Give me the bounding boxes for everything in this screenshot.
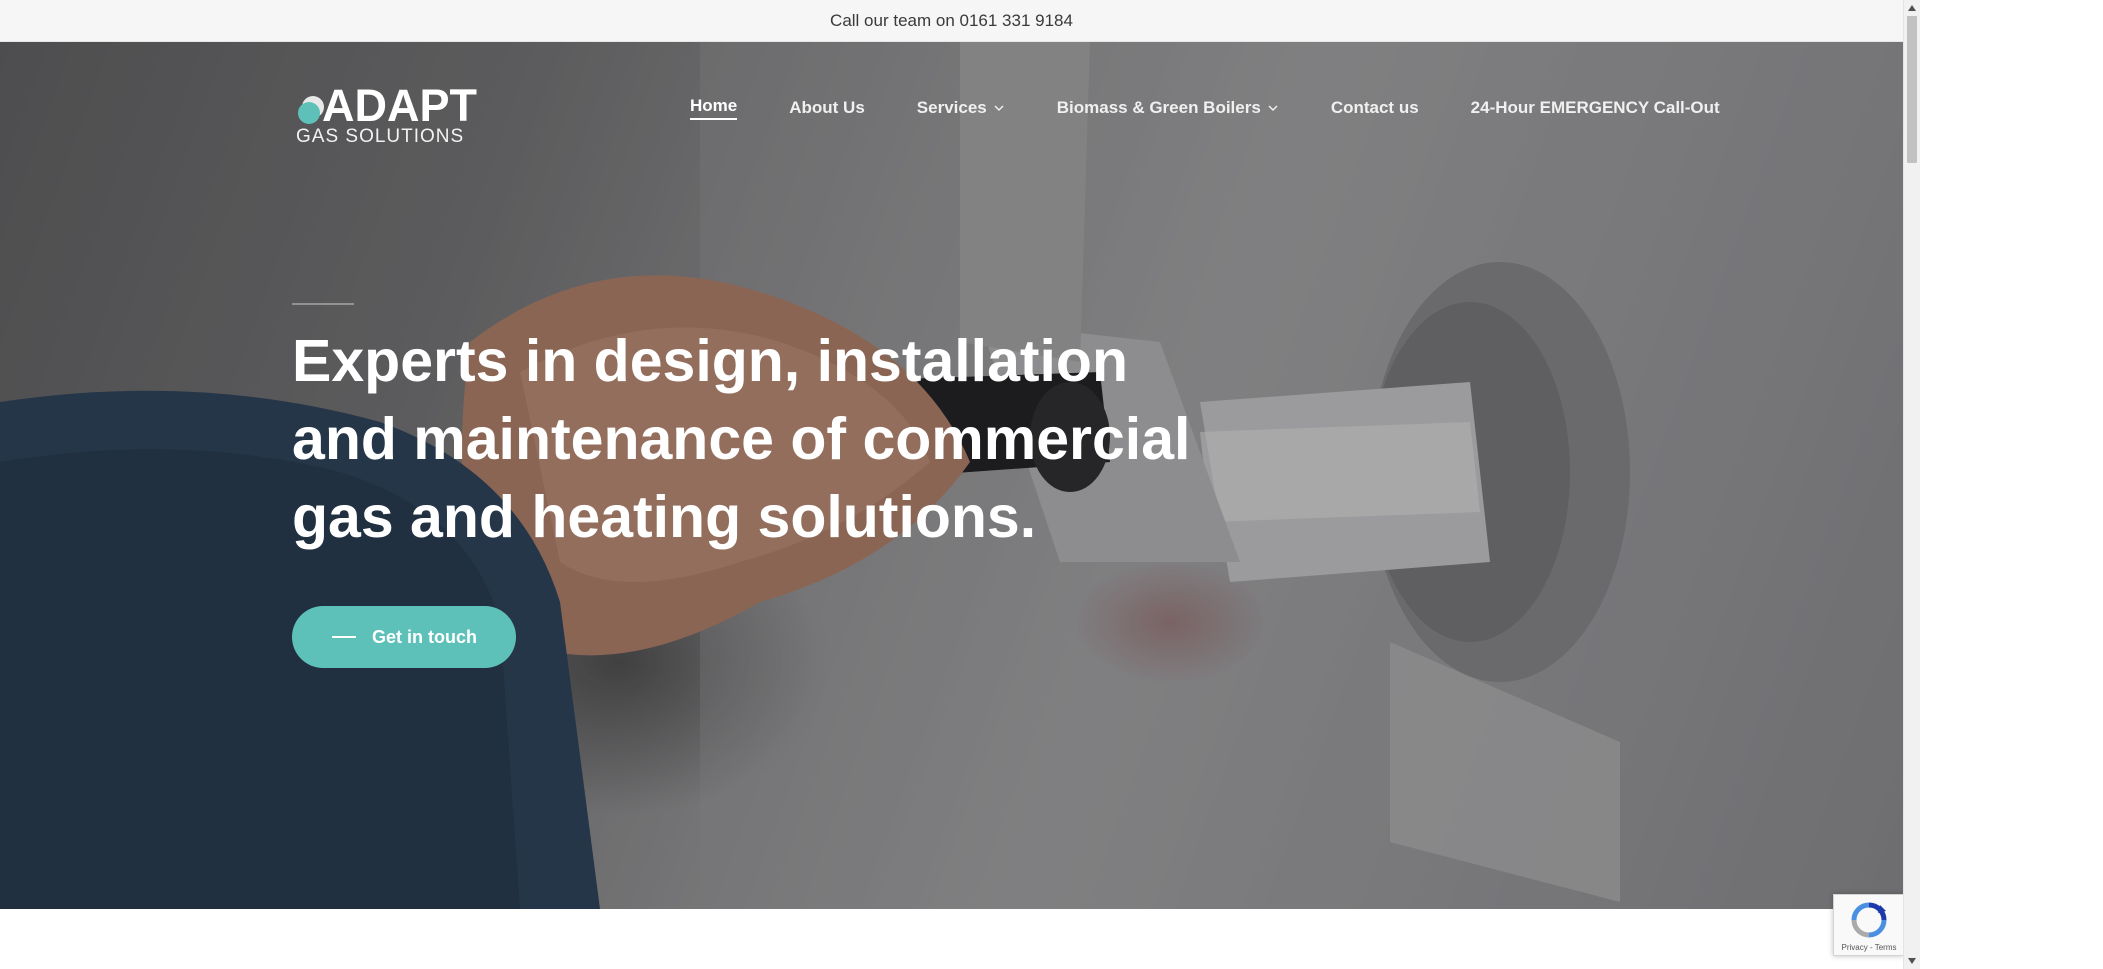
hero-headline: Experts in design, installation and main… (292, 322, 1192, 556)
chevron-down-icon (994, 105, 1004, 112)
hero-headline-line: gas and heating solutions. (292, 484, 1037, 550)
page: Call our team on 0161 331 9184 ADAPT GAS… (0, 0, 1903, 969)
arrow-down-icon[interactable] (1904, 953, 1920, 969)
chevron-down-icon (1268, 105, 1278, 112)
top-contact-bar: Call our team on 0161 331 9184 (0, 0, 1903, 42)
site-logo[interactable]: ADAPT GAS SOLUTIONS (296, 82, 477, 147)
nav-item-emergency-call-out[interactable]: 24-Hour EMERGENCY Call-Out (1471, 98, 1720, 118)
hero-section: ADAPT GAS SOLUTIONS Home About Us Servic… (0, 42, 1903, 909)
top-contact-text[interactable]: Call our team on 0161 331 9184 (830, 11, 1073, 31)
get-in-touch-button[interactable]: Get in touch (292, 606, 516, 668)
nav-item-biomass-green-boilers[interactable]: Biomass & Green Boilers (1057, 98, 1279, 118)
recaptcha-icon (1851, 902, 1887, 938)
headline-divider (292, 303, 354, 305)
scrollbar-thumb[interactable] (1907, 16, 1917, 163)
recaptcha-badge[interactable]: Privacy - Terms (1833, 894, 1903, 956)
nav-item-label: Home (690, 96, 738, 120)
hero-headline-line: and maintenance of commercial (292, 406, 1191, 472)
logo-tagline: GAS SOLUTIONS (296, 126, 465, 147)
logo-wordmark: ADAPT (322, 80, 477, 131)
nav-item-label: Biomass & Green Boilers (1056, 98, 1261, 117)
nav-item-label: 24-Hour EMERGENCY Call-Out (1470, 98, 1720, 117)
arrow-up-icon[interactable] (1904, 0, 1920, 16)
get-in-touch-label: Get in touch (372, 626, 477, 647)
hero-headline-line: Experts in design, installation (292, 328, 1128, 394)
button-line-icon (332, 636, 356, 638)
nav-item-home[interactable]: Home (690, 96, 738, 120)
nav-item-label: Contact us (1330, 98, 1419, 117)
nav-item-label: About Us (789, 98, 865, 117)
page-scrollbar[interactable] (1903, 0, 1920, 969)
main-navigation: Home About Us Services Biomass & Green B… (690, 96, 1720, 120)
nav-item-contact-us[interactable]: Contact us (1331, 98, 1419, 118)
nav-item-about-us[interactable]: About Us (789, 98, 865, 118)
recaptcha-links[interactable]: Privacy - Terms (1834, 943, 1903, 952)
nav-item-services[interactable]: Services (917, 98, 1005, 118)
nav-item-label: Services (916, 98, 987, 117)
